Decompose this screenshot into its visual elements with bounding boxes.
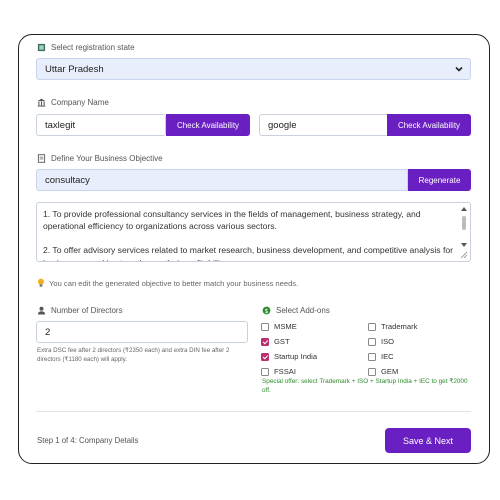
scroll-down-icon[interactable] (460, 242, 468, 248)
directors-input[interactable]: 2 (36, 321, 248, 343)
company-name-input-1[interactable]: taxlegit (36, 114, 166, 136)
footer-divider (36, 411, 471, 412)
bulb-icon (38, 278, 44, 287)
addon-trademark-checkbox[interactable] (368, 322, 376, 331)
addon-fssai[interactable]: FSSAI (261, 367, 296, 376)
addon-startup-india[interactable]: Startup India (261, 352, 317, 361)
company-name-input-2[interactable]: google (259, 114, 389, 136)
scroll-up-icon[interactable] (460, 206, 468, 212)
objective-input-value: consultacy (45, 174, 90, 186)
check-availability-button-2[interactable]: Check Availability (387, 114, 471, 136)
addon-iso-label: ISO (381, 337, 395, 346)
addon-startup-india-checkbox[interactable] (261, 352, 269, 361)
regenerate-button[interactable]: Regenerate (408, 169, 471, 191)
addon-iec-checkbox[interactable] (368, 352, 376, 361)
addon-gem[interactable]: GEM (368, 367, 398, 376)
money-icon: $ (262, 306, 271, 315)
addon-gem-checkbox[interactable] (368, 367, 376, 376)
addon-msme-checkbox[interactable] (261, 322, 269, 331)
document-icon (37, 154, 46, 163)
directors-label-text: Number of Directors (51, 306, 123, 315)
objective-paragraph-2: 2. To offer advisory services related to… (43, 245, 453, 261)
directors-label: Number of Directors (37, 306, 123, 315)
company-name-2-value: google (268, 119, 297, 131)
addon-fssai-label: FSSAI (274, 367, 296, 376)
step-indicator: Step 1 of 4: Company Details (37, 436, 139, 445)
addon-gst[interactable]: GST (261, 337, 290, 346)
addon-startup-india-label: Startup India (274, 352, 318, 361)
addon-trademark-label: Trademark (381, 322, 418, 331)
addons-label-text: Select Add-ons (276, 306, 330, 315)
scrollbar-thumb[interactable] (462, 216, 466, 230)
directors-input-value: 2 (45, 326, 51, 338)
company-label: Company Name (37, 98, 109, 107)
objective-textarea[interactable]: 1. To provide professional consultancy s… (36, 202, 471, 262)
objective-paragraph-1: 1. To provide professional consultancy s… (43, 209, 421, 232)
special-offer-text: Special offer: select Trademark + ISO + … (262, 378, 468, 394)
addon-iso[interactable]: ISO (368, 337, 394, 346)
svg-text:$: $ (264, 308, 268, 315)
addon-trademark[interactable]: Trademark (368, 322, 417, 331)
objective-label-text: Define Your Business Objective (51, 154, 163, 163)
check-availability-button-1[interactable]: Check Availability (166, 114, 250, 136)
company-name-1-value: taxlegit (45, 119, 76, 131)
chevron-down-icon (455, 66, 463, 72)
addon-msme[interactable]: MSME (261, 322, 297, 331)
addon-gem-label: GEM (381, 367, 399, 376)
bank-icon (37, 98, 46, 107)
addon-msme-label: MSME (274, 322, 297, 331)
state-select[interactable]: Uttar Pradesh (36, 58, 471, 80)
directors-fee-note: Extra DSC fee after 2 directors (₹2350 e… (37, 347, 230, 363)
addon-gst-label: GST (274, 337, 290, 346)
user-icon (37, 306, 46, 315)
objective-label: Define Your Business Objective (37, 154, 163, 163)
objective-hint-text: You can edit the generated objective to … (49, 278, 299, 288)
addons-label: $ Select Add-ons (262, 306, 330, 315)
state-select-value: Uttar Pradesh (45, 63, 104, 75)
addon-gst-checkbox[interactable] (261, 337, 269, 346)
addon-iec-label: IEC (381, 352, 394, 361)
map-icon (37, 43, 46, 52)
company-label-text: Company Name (51, 98, 109, 107)
objective-hint: You can edit the generated objective to … (37, 278, 298, 288)
objective-input[interactable]: consultacy (36, 169, 408, 191)
state-label-text: Select registration state (51, 43, 135, 52)
textarea-scrollbar[interactable] (460, 206, 468, 259)
addon-iec[interactable]: IEC (368, 352, 394, 361)
resize-handle-icon[interactable] (460, 251, 468, 259)
save-next-button[interactable]: Save & Next (385, 428, 471, 453)
state-label: Select registration state (37, 43, 135, 52)
addon-fssai-checkbox[interactable] (261, 367, 269, 376)
addon-iso-checkbox[interactable] (368, 337, 376, 346)
